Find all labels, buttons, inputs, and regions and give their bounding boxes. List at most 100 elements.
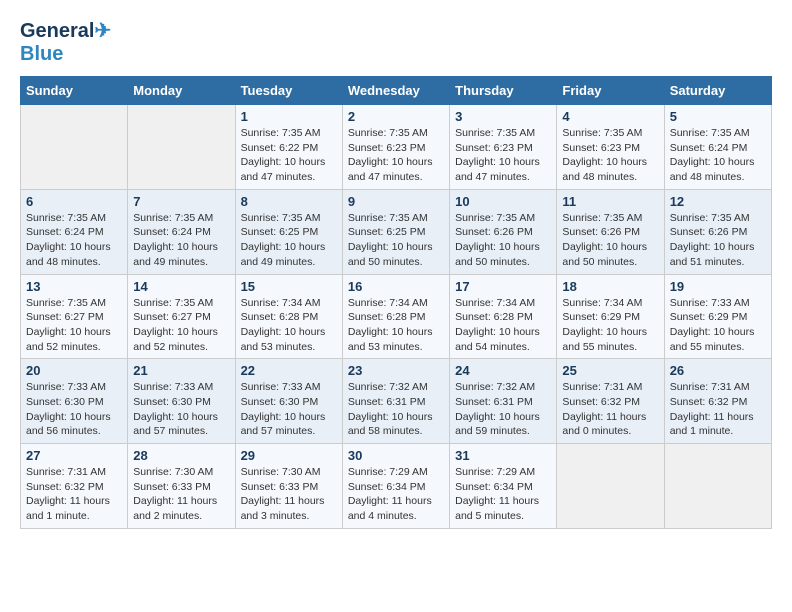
- calendar-cell: 27 Sunrise: 7:31 AM Sunset: 6:32 PM Dayli…: [21, 444, 128, 529]
- day-number: 26: [670, 363, 766, 378]
- calendar-cell: [664, 444, 771, 529]
- day-number: 25: [562, 363, 658, 378]
- calendar-cell: 19 Sunrise: 7:33 AM Sunset: 6:29 PM Dayli…: [664, 274, 771, 359]
- calendar-cell: 28 Sunrise: 7:30 AM Sunset: 6:33 PM Dayli…: [128, 444, 235, 529]
- week-row-4: 20 Sunrise: 7:33 AM Sunset: 6:30 PM Dayli…: [21, 359, 772, 444]
- page-header: General✈ Blue: [20, 20, 772, 66]
- day-header-monday: Monday: [128, 77, 235, 105]
- calendar-cell: [557, 444, 664, 529]
- day-number: 8: [241, 194, 337, 209]
- day-header-sunday: Sunday: [21, 77, 128, 105]
- day-number: 14: [133, 279, 229, 294]
- day-number: 28: [133, 448, 229, 463]
- calendar-cell: 21Sunrise: 7:33 AM Sunset: 6:30 PM Dayli…: [128, 359, 235, 444]
- calendar-cell: 16 Sunrise: 7:34 AM Sunset: 6:28 PM Dayli…: [342, 274, 449, 359]
- cell-info: Sunrise: 7:31 AM Sunset: 6:32 PM Dayligh…: [562, 380, 658, 439]
- cell-info: Sunrise: 7:30 AM Sunset: 6:33 PM Dayligh…: [133, 465, 229, 524]
- day-number: 6: [26, 194, 122, 209]
- calendar-cell: 18Sunrise: 7:34 AM Sunset: 6:29 PM Dayli…: [557, 274, 664, 359]
- cell-info: Sunrise: 7:35 AM Sunset: 6:22 PM Dayligh…: [241, 126, 337, 185]
- calendar-cell: 17 Sunrise: 7:34 AM Sunset: 6:28 PM Dayli…: [450, 274, 557, 359]
- calendar-cell: 2Sunrise: 7:35 AM Sunset: 6:23 PM Daylig…: [342, 105, 449, 190]
- day-number: 9: [348, 194, 444, 209]
- cell-info: Sunrise: 7:35 AM Sunset: 6:23 PM Dayligh…: [348, 126, 444, 185]
- calendar-cell: 8 Sunrise: 7:35 AM Sunset: 6:25 PM Daylig…: [235, 189, 342, 274]
- day-header-thursday: Thursday: [450, 77, 557, 105]
- calendar-cell: 29 Sunrise: 7:30 AM Sunset: 6:33 PM Dayli…: [235, 444, 342, 529]
- cell-info: Sunrise: 7:34 AM Sunset: 6:28 PM Dayligh…: [455, 296, 551, 355]
- calendar-cell: 13 Sunrise: 7:35 AM Sunset: 6:27 PM Dayli…: [21, 274, 128, 359]
- calendar-cell: 30 Sunrise: 7:29 AM Sunset: 6:34 PM Dayli…: [342, 444, 449, 529]
- calendar-cell: 11Sunrise: 7:35 AM Sunset: 6:26 PM Dayli…: [557, 189, 664, 274]
- day-number: 12: [670, 194, 766, 209]
- calendar-cell: 4 Sunrise: 7:35 AM Sunset: 6:23 PM Daylig…: [557, 105, 664, 190]
- cell-info: Sunrise: 7:35 AM Sunset: 6:24 PM Dayligh…: [133, 211, 229, 270]
- cell-info: Sunrise: 7:29 AM Sunset: 6:34 PM Dayligh…: [455, 465, 551, 524]
- cell-info: Sunrise: 7:35 AM Sunset: 6:25 PM Dayligh…: [348, 211, 444, 270]
- cell-info: Sunrise: 7:31 AM Sunset: 6:32 PM Dayligh…: [26, 465, 122, 524]
- cell-info: Sunrise: 7:35 AM Sunset: 6:27 PM Dayligh…: [26, 296, 122, 355]
- day-number: 13: [26, 279, 122, 294]
- week-row-5: 27 Sunrise: 7:31 AM Sunset: 6:32 PM Dayli…: [21, 444, 772, 529]
- day-number: 19: [670, 279, 766, 294]
- cell-info: Sunrise: 7:33 AM Sunset: 6:30 PM Dayligh…: [133, 380, 229, 439]
- week-row-1: 1 Sunrise: 7:35 AM Sunset: 6:22 PM Daylig…: [21, 105, 772, 190]
- calendar-cell: 22Sunrise: 7:33 AM Sunset: 6:30 PM Dayli…: [235, 359, 342, 444]
- day-number: 24: [455, 363, 551, 378]
- week-row-2: 6 Sunrise: 7:35 AM Sunset: 6:24 PM Daylig…: [21, 189, 772, 274]
- cell-info: Sunrise: 7:34 AM Sunset: 6:28 PM Dayligh…: [348, 296, 444, 355]
- cell-info: Sunrise: 7:35 AM Sunset: 6:23 PM Dayligh…: [562, 126, 658, 185]
- day-number: 10: [455, 194, 551, 209]
- day-number: 4: [562, 109, 658, 124]
- day-header-friday: Friday: [557, 77, 664, 105]
- calendar-cell: 25 Sunrise: 7:31 AM Sunset: 6:32 PM Dayli…: [557, 359, 664, 444]
- day-number: 20: [26, 363, 122, 378]
- day-number: 30: [348, 448, 444, 463]
- cell-info: Sunrise: 7:32 AM Sunset: 6:31 PM Dayligh…: [348, 380, 444, 439]
- day-number: 17: [455, 279, 551, 294]
- cell-info: Sunrise: 7:35 AM Sunset: 6:23 PM Dayligh…: [455, 126, 551, 185]
- day-number: 29: [241, 448, 337, 463]
- day-number: 5: [670, 109, 766, 124]
- cell-info: Sunrise: 7:32 AM Sunset: 6:31 PM Dayligh…: [455, 380, 551, 439]
- calendar-cell: 6 Sunrise: 7:35 AM Sunset: 6:24 PM Daylig…: [21, 189, 128, 274]
- day-header-wednesday: Wednesday: [342, 77, 449, 105]
- day-header-saturday: Saturday: [664, 77, 771, 105]
- day-number: 27: [26, 448, 122, 463]
- cell-info: Sunrise: 7:35 AM Sunset: 6:26 PM Dayligh…: [670, 211, 766, 270]
- cell-info: Sunrise: 7:35 AM Sunset: 6:27 PM Dayligh…: [133, 296, 229, 355]
- calendar-cell: 24 Sunrise: 7:32 AM Sunset: 6:31 PM Dayli…: [450, 359, 557, 444]
- calendar-cell: 1 Sunrise: 7:35 AM Sunset: 6:22 PM Daylig…: [235, 105, 342, 190]
- day-number: 16: [348, 279, 444, 294]
- calendar-cell: 7 Sunrise: 7:35 AM Sunset: 6:24 PM Daylig…: [128, 189, 235, 274]
- cell-info: Sunrise: 7:35 AM Sunset: 6:24 PM Dayligh…: [26, 211, 122, 270]
- day-number: 11: [562, 194, 658, 209]
- calendar-cell: [21, 105, 128, 190]
- calendar-cell: 9 Sunrise: 7:35 AM Sunset: 6:25 PM Daylig…: [342, 189, 449, 274]
- calendar-cell: 20 Sunrise: 7:33 AM Sunset: 6:30 PM Dayli…: [21, 359, 128, 444]
- calendar-cell: 26 Sunrise: 7:31 AM Sunset: 6:32 PM Dayli…: [664, 359, 771, 444]
- week-row-3: 13 Sunrise: 7:35 AM Sunset: 6:27 PM Dayli…: [21, 274, 772, 359]
- cell-info: Sunrise: 7:30 AM Sunset: 6:33 PM Dayligh…: [241, 465, 337, 524]
- calendar-cell: 31Sunrise: 7:29 AM Sunset: 6:34 PM Dayli…: [450, 444, 557, 529]
- calendar-table: SundayMondayTuesdayWednesdayThursdayFrid…: [20, 76, 772, 529]
- calendar-cell: 14 Sunrise: 7:35 AM Sunset: 6:27 PM Dayli…: [128, 274, 235, 359]
- cell-info: Sunrise: 7:34 AM Sunset: 6:28 PM Dayligh…: [241, 296, 337, 355]
- day-number: 3: [455, 109, 551, 124]
- calendar-cell: 15Sunrise: 7:34 AM Sunset: 6:28 PM Dayli…: [235, 274, 342, 359]
- calendar-cell: 10 Sunrise: 7:35 AM Sunset: 6:26 PM Dayli…: [450, 189, 557, 274]
- day-header-tuesday: Tuesday: [235, 77, 342, 105]
- day-number: 1: [241, 109, 337, 124]
- calendar-cell: 3 Sunrise: 7:35 AM Sunset: 6:23 PM Daylig…: [450, 105, 557, 190]
- cell-info: Sunrise: 7:31 AM Sunset: 6:32 PM Dayligh…: [670, 380, 766, 439]
- cell-info: Sunrise: 7:33 AM Sunset: 6:29 PM Dayligh…: [670, 296, 766, 355]
- cell-info: Sunrise: 7:35 AM Sunset: 6:26 PM Dayligh…: [455, 211, 551, 270]
- calendar-cell: 23Sunrise: 7:32 AM Sunset: 6:31 PM Dayli…: [342, 359, 449, 444]
- header-row: SundayMondayTuesdayWednesdayThursdayFrid…: [21, 77, 772, 105]
- calendar-cell: 5Sunrise: 7:35 AM Sunset: 6:24 PM Daylig…: [664, 105, 771, 190]
- logo: General✈ Blue: [20, 20, 111, 66]
- cell-info: Sunrise: 7:29 AM Sunset: 6:34 PM Dayligh…: [348, 465, 444, 524]
- cell-info: Sunrise: 7:35 AM Sunset: 6:25 PM Dayligh…: [241, 211, 337, 270]
- day-number: 7: [133, 194, 229, 209]
- cell-info: Sunrise: 7:33 AM Sunset: 6:30 PM Dayligh…: [26, 380, 122, 439]
